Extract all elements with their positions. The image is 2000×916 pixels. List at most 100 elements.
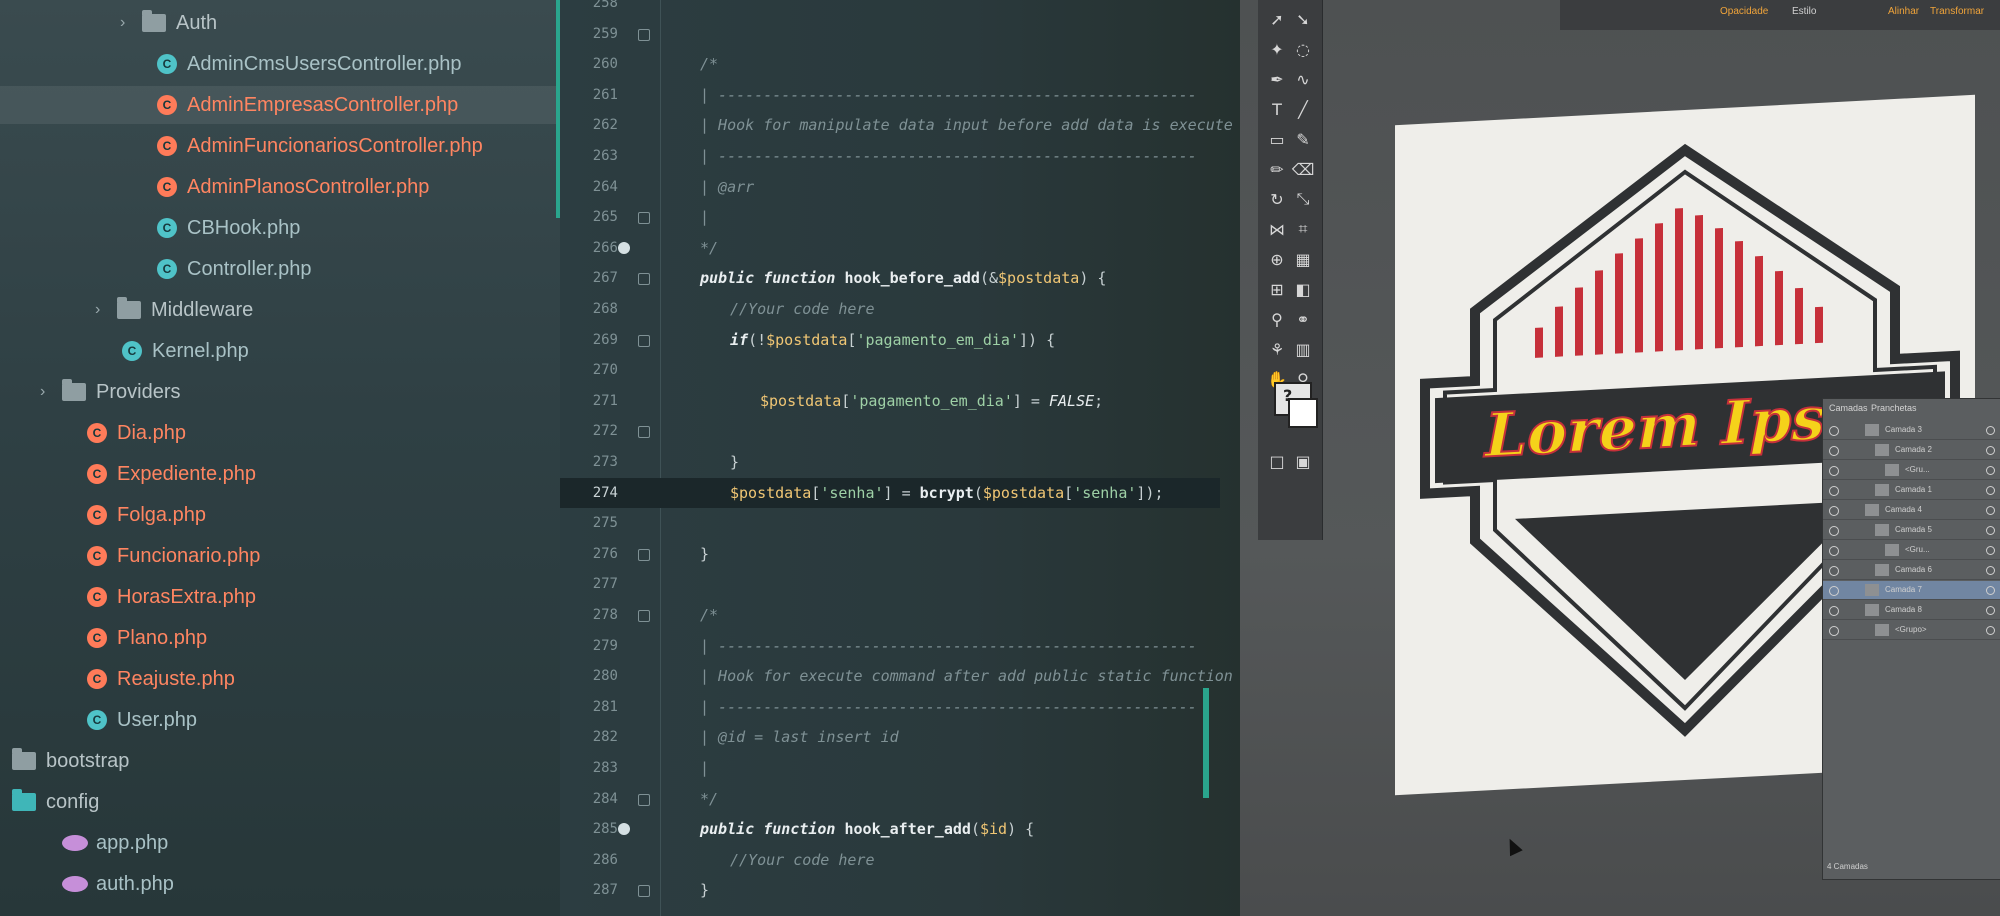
- fold-marker-icon[interactable]: [638, 212, 650, 225]
- code-line[interactable]: 279 | -----------------------------------…: [560, 631, 1220, 661]
- target-circle-icon[interactable]: [1986, 566, 1995, 575]
- current-code-line[interactable]: 274 $postdata['senha'] = bcrypt($postdata…: [560, 477, 1220, 508]
- shape-builder-tool-icon[interactable]: ⊕: [1266, 248, 1288, 270]
- pen-tool-icon[interactable]: ✒: [1266, 68, 1288, 90]
- layer-row[interactable]: Camada 6: [1823, 561, 2000, 580]
- screen-mode-icon[interactable]: ▣: [1292, 450, 1314, 472]
- tree-item[interactable]: C Kernel.php: [100, 332, 249, 370]
- code-line[interactable]: 275: [560, 508, 1220, 538]
- code-line[interactable]: 260 /*: [560, 49, 1220, 79]
- stroke-color-swatch[interactable]: [1288, 398, 1318, 428]
- fold-marker-icon[interactable]: [638, 334, 650, 347]
- tree-item[interactable]: › Providers: [40, 373, 180, 411]
- tree-item[interactable]: C Funcionario.php: [65, 537, 260, 575]
- code-line[interactable]: 268 //Your code here: [560, 294, 1220, 324]
- tree-item[interactable]: C Expediente.php: [65, 455, 256, 493]
- code-line[interactable]: 273}: [560, 447, 1220, 477]
- code-line[interactable]: 272: [560, 416, 1220, 446]
- layer-row[interactable]: Camada 2: [1823, 441, 2000, 460]
- tree-item[interactable]: › bootstrap: [0, 742, 129, 780]
- blend-tool-icon[interactable]: ⚭: [1292, 308, 1314, 330]
- chevron-icon[interactable]: ›: [40, 383, 62, 401]
- fold-marker-icon[interactable]: [638, 273, 650, 286]
- code-line[interactable]: 261 | -----------------------------------…: [560, 80, 1220, 110]
- tree-item[interactable]: C Plano.php: [65, 619, 207, 657]
- layer-row[interactable]: <Gru...: [1823, 541, 2000, 560]
- target-circle-icon[interactable]: [1986, 486, 1995, 495]
- layer-row[interactable]: Camada 4: [1823, 501, 2000, 520]
- code-line[interactable]: 277: [560, 569, 1220, 599]
- magic-wand-tool-icon[interactable]: ✦: [1266, 38, 1288, 60]
- target-circle-icon[interactable]: [1986, 526, 1995, 535]
- code-line[interactable]: 284 */: [560, 784, 1220, 814]
- free-transform-tool-icon[interactable]: ⌗: [1292, 218, 1314, 240]
- code-line[interactable]: 263 | -----------------------------------…: [560, 141, 1220, 171]
- fold-marker-icon[interactable]: [638, 28, 650, 41]
- code-editor[interactable]: 258 259 260 /* 261 | ------------------------…: [560, 0, 1240, 916]
- tree-item[interactable]: C AdminPlanosController.php: [135, 168, 429, 206]
- target-circle-icon[interactable]: [1986, 586, 1995, 595]
- gradient-tool-icon[interactable]: ◧: [1292, 278, 1314, 300]
- code-line[interactable]: 286 //Your code here: [560, 845, 1220, 875]
- tree-item[interactable]: C Dia.php: [65, 414, 186, 452]
- visibility-eye-icon[interactable]: [1829, 486, 1839, 496]
- draw-normal-icon[interactable]: □: [1266, 450, 1288, 472]
- type-tool-icon[interactable]: T: [1266, 98, 1288, 120]
- selection-tool-icon[interactable]: ➚: [1266, 8, 1288, 30]
- visibility-eye-icon[interactable]: [1829, 546, 1839, 556]
- code-line[interactable]: 264 | @arr: [560, 172, 1220, 202]
- code-line[interactable]: 269 if(!$postdata['pagamento_em_dia']) {: [560, 325, 1220, 355]
- code-line[interactable]: 267 public function hook_before_add(&$pos…: [560, 263, 1220, 293]
- code-line[interactable]: 287}: [560, 875, 1220, 905]
- visibility-eye-icon[interactable]: [1829, 426, 1839, 436]
- code-line[interactable]: 266 */: [560, 233, 1220, 263]
- chevron-icon[interactable]: ›: [95, 301, 117, 319]
- visibility-eye-icon[interactable]: [1829, 586, 1839, 596]
- tree-item[interactable]: auth.php: [40, 865, 174, 903]
- code-line[interactable]: 280 | Hook for execute command after add …: [560, 661, 1233, 691]
- direct-selection-tool-icon[interactable]: ➘: [1292, 8, 1314, 30]
- tree-item[interactable]: C AdminEmpresasController.php: [0, 86, 560, 124]
- visibility-eye-icon[interactable]: [1829, 466, 1839, 476]
- tree-item[interactable]: C HorasExtra.php: [65, 578, 256, 616]
- tree-item[interactable]: C User.php: [65, 701, 197, 739]
- rotate-tool-icon[interactable]: ↻: [1266, 188, 1288, 210]
- opacity-label[interactable]: Opacidade: [1720, 6, 1768, 17]
- code-line[interactable]: 282 | @id = last insert id: [560, 722, 1220, 752]
- chevron-icon[interactable]: ›: [0, 752, 12, 770]
- visibility-eye-icon[interactable]: [1829, 626, 1839, 636]
- target-circle-icon[interactable]: [1986, 626, 1995, 635]
- symbol-sprayer-tool-icon[interactable]: ⚘: [1266, 338, 1288, 360]
- code-line[interactable]: 259: [560, 19, 1220, 49]
- mesh-tool-icon[interactable]: ⊞: [1266, 278, 1288, 300]
- code-line[interactable]: 281 | -----------------------------------…: [560, 692, 1220, 722]
- fold-marker-icon[interactable]: [638, 885, 650, 898]
- chevron-icon[interactable]: ⌄: [0, 792, 12, 812]
- tree-item[interactable]: C Reajuste.php: [65, 660, 235, 698]
- style-label[interactable]: Estilo: [1792, 6, 1816, 17]
- pencil-tool-icon[interactable]: ✏: [1266, 158, 1288, 180]
- tree-item[interactable]: C Controller.php: [135, 250, 312, 288]
- target-circle-icon[interactable]: [1986, 606, 1995, 615]
- target-circle-icon[interactable]: [1986, 546, 1995, 555]
- line-tool-icon[interactable]: ╱: [1292, 98, 1314, 120]
- visibility-eye-icon[interactable]: [1829, 566, 1839, 576]
- layer-row[interactable]: Camada 8: [1823, 601, 2000, 620]
- eraser-tool-icon[interactable]: ⌫: [1292, 158, 1315, 180]
- curvature-tool-icon[interactable]: ∿: [1292, 68, 1314, 90]
- artboards-tab[interactable]: Pranchetas: [1871, 403, 1917, 413]
- target-circle-icon[interactable]: [1986, 466, 1995, 475]
- tree-item[interactable]: C AdminCmsUsersController.php: [135, 45, 462, 83]
- layer-row[interactable]: <Gru...: [1823, 461, 2000, 480]
- target-circle-icon[interactable]: [1986, 446, 1995, 455]
- layers-tab[interactable]: Camadas: [1829, 403, 1868, 413]
- tree-item[interactable]: C Folga.php: [65, 496, 206, 534]
- visibility-eye-icon[interactable]: [1829, 526, 1839, 536]
- fold-marker-icon[interactable]: [638, 793, 650, 806]
- tree-item[interactable]: › Auth: [120, 4, 217, 42]
- tree-item[interactable]: ⌄ config: [0, 783, 99, 821]
- align-label[interactable]: Alinhar: [1888, 6, 1919, 17]
- scale-tool-icon[interactable]: ⤡: [1292, 188, 1314, 210]
- code-line[interactable]: 285 public function hook_after_add($id) {: [560, 814, 1220, 844]
- code-line[interactable]: 265 |: [560, 202, 1220, 232]
